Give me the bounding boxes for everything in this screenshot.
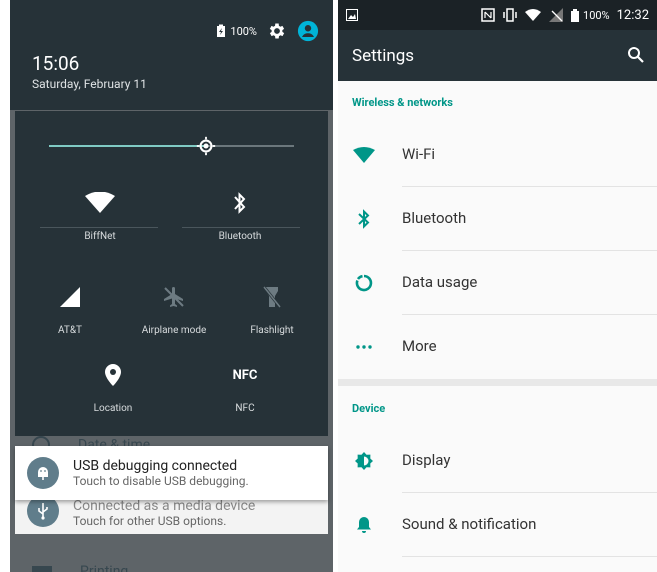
- clock: 12:32: [616, 7, 649, 23]
- notification-title: USB debugging connected: [73, 458, 238, 474]
- tile-cellular[interactable]: AT&T: [35, 283, 105, 336]
- tile-divider: [40, 227, 158, 228]
- tile-flashlight[interactable]: Flashlight: [237, 283, 307, 336]
- wifi-icon: [353, 147, 375, 163]
- cellular-signal-icon: [60, 287, 80, 307]
- section-divider: [338, 379, 657, 386]
- display-brightness-icon: [355, 452, 373, 470]
- settings-item-data-usage[interactable]: Data usage: [338, 251, 657, 315]
- tile-wifi[interactable]: BiffNet: [40, 189, 160, 242]
- bluetooth-icon: [234, 192, 246, 214]
- user-avatar-icon[interactable]: [297, 20, 319, 42]
- shade-status-row: 100%: [216, 20, 333, 42]
- settings-item-wifi[interactable]: Wi-Fi: [338, 123, 657, 187]
- airplane-icon: [164, 287, 184, 307]
- brightness-slider-thumb[interactable]: [196, 136, 216, 156]
- battery-percent: 100%: [230, 24, 257, 38]
- battery-icon: [571, 8, 580, 22]
- settings-item-sound-notification[interactable]: Sound & notification: [338, 493, 657, 557]
- gear-icon[interactable]: [267, 21, 287, 41]
- flashlight-icon: [262, 286, 282, 308]
- vibrate-icon: [503, 8, 517, 22]
- more-dots-icon: [356, 345, 372, 349]
- wifi-icon: [85, 192, 115, 213]
- battery-status: 100%: [571, 8, 610, 22]
- notification-body: Touch for other USB options.: [73, 514, 227, 528]
- notification-usb-debugging[interactable]: USB debugging connected Touch to disable…: [15, 446, 328, 500]
- nfc-status-icon: [481, 8, 495, 22]
- image-notification-icon: [346, 9, 358, 21]
- bell-icon: [357, 517, 371, 533]
- background-row-printing: Printing: [32, 563, 128, 572]
- tile-divider: [182, 227, 300, 228]
- no-signal-icon: [549, 8, 564, 22]
- tile-nfc[interactable]: NFC NFC: [190, 361, 300, 415]
- shade-time: 15:06: [32, 52, 80, 75]
- page-title: Settings: [352, 46, 415, 66]
- settings-item-more[interactable]: More: [338, 315, 657, 379]
- section-header-wireless: Wireless & networks: [352, 96, 453, 109]
- settings-screen: 100% 12:32 Settings Wireless & networks …: [338, 0, 657, 572]
- tile-location[interactable]: Location: [58, 361, 168, 414]
- quick-settings-panel: BiffNet Bluetooth AT&T Airplane mode Fla…: [15, 111, 328, 436]
- brightness-slider-fill: [49, 145, 206, 147]
- status-bar: 100% 12:32: [338, 0, 657, 30]
- battery-indicator[interactable]: 100%: [216, 24, 257, 38]
- data-usage-icon: [355, 274, 373, 292]
- settings-item-display[interactable]: Display: [338, 429, 657, 493]
- notification-title: Connected as a media device: [73, 498, 256, 514]
- nfc-icon: NFC: [232, 367, 258, 383]
- wifi-status-icon: [525, 9, 542, 21]
- bluetooth-icon: [358, 209, 370, 229]
- search-icon[interactable]: [627, 46, 645, 64]
- tile-bluetooth[interactable]: Bluetooth: [180, 189, 300, 242]
- app-bar: Settings: [338, 30, 657, 81]
- android-debug-icon: [27, 457, 59, 489]
- section-header-device: Device: [352, 402, 386, 415]
- location-pin-icon: [105, 364, 121, 386]
- tile-airplane-mode[interactable]: Airplane mode: [129, 283, 219, 336]
- shade-date[interactable]: Saturday, February 11: [32, 77, 147, 91]
- notification-shade: Date & time Printing 100% 15:06 Saturday…: [10, 0, 333, 572]
- settings-item-bluetooth[interactable]: Bluetooth: [338, 187, 657, 251]
- shade-header: 100% 15:06 Saturday, February 11: [10, 0, 333, 110]
- notification-body: Touch to disable USB debugging.: [73, 474, 249, 488]
- row-divider: [402, 556, 657, 557]
- battery-charging-icon: [217, 24, 226, 37]
